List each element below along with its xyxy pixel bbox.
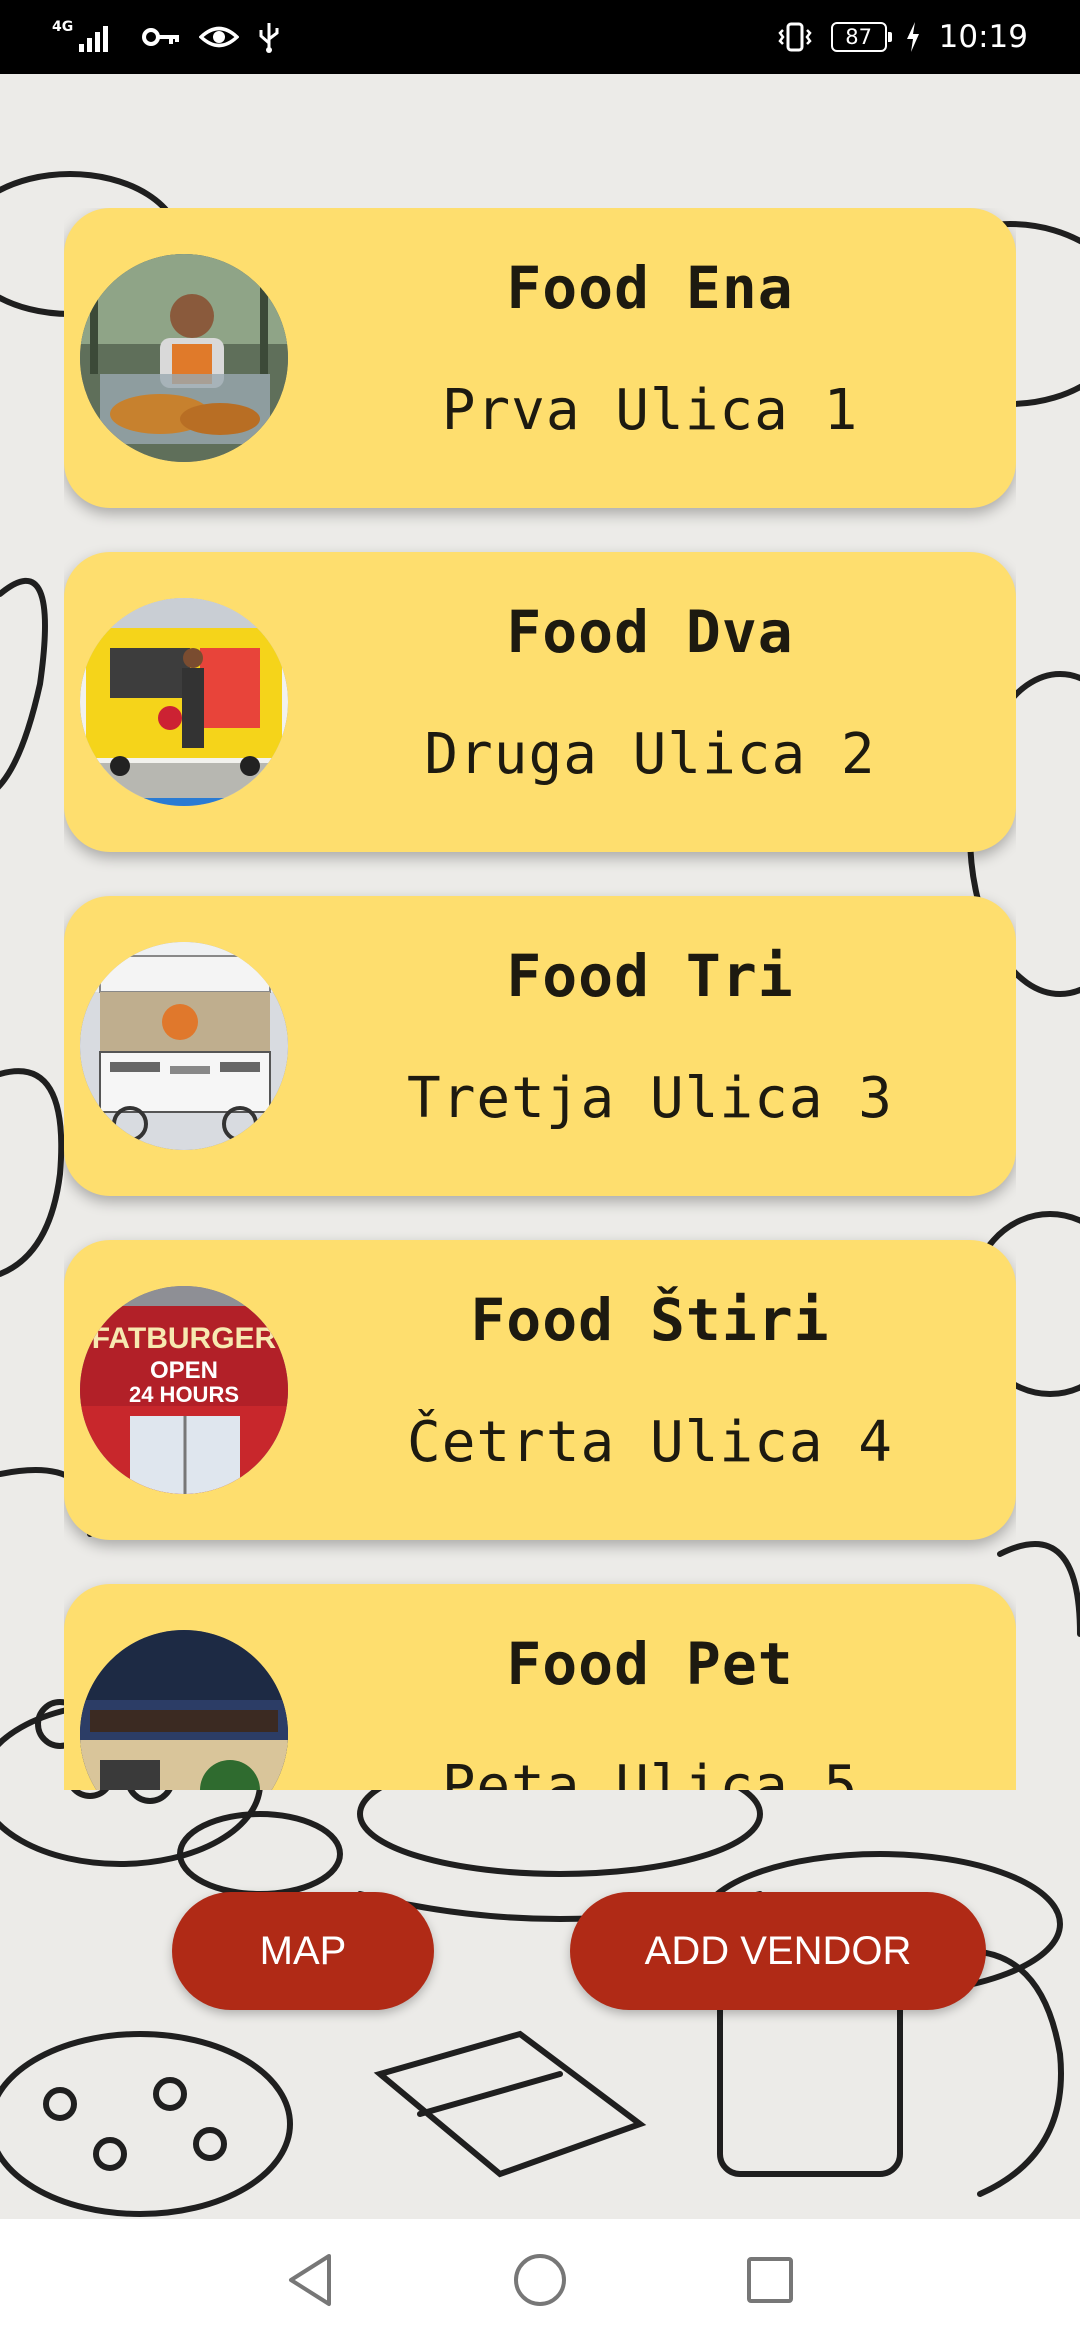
fatburger-sign-line2: OPEN [150,1357,218,1384]
vendor-card[interactable]: Food Pet Peta Ulica 5 [64,1584,1016,1790]
vendor-address: Peta Ulica 5 [441,1754,859,1790]
vendor-photo-bakery-cart [80,942,288,1150]
home-icon[interactable] [510,2250,570,2310]
vendor-name: Food Dva [506,598,794,666]
network-label: 4G [52,19,74,35]
status-right: 87 10:19 [777,19,1028,55]
eye-icon [199,22,240,52]
vendor-photo-frying [80,254,288,462]
usb-icon [257,21,281,53]
charging-icon [905,21,921,53]
vendor-avatar: FATBURGER OPEN 24 HOURS [80,1286,288,1494]
vendor-card[interactable]: Food Dva Druga Ulica 2 [64,552,1016,852]
recents-icon[interactable] [740,2250,800,2310]
vendor-name: Food Štiri [470,1286,830,1354]
vendor-card[interactable]: Food Ena Prva Ulica 1 [64,208,1016,508]
vendor-avatar [80,942,288,1150]
vendor-name: Food Tri [506,942,794,1010]
vendor-card[interactable]: Food Tri Tretja Ulica 3 [64,896,1016,1196]
vendor-list[interactable]: Food Ena Prva Ulica 1 Food Dva Druga Uli… [64,208,1016,1790]
vendor-address: Tretja Ulica 3 [406,1066,893,1131]
vendor-address: Prva Ulica 1 [441,378,859,443]
battery-icon: 87 [830,22,892,52]
fatburger-sign-line3: 24 HOURS [129,1382,239,1407]
vendor-card[interactable]: FATBURGER OPEN 24 HOURS Food Štiri Četrt… [64,1240,1016,1540]
fatburger-sign-line1: FATBURGER [92,1322,277,1355]
status-bar: 4G 87 10:19 [0,0,1080,74]
map-button[interactable]: MAP [172,1892,434,2010]
back-icon[interactable] [280,2250,340,2310]
vendor-name: Food Pet [506,1630,794,1698]
vendor-avatar [80,598,288,806]
vendor-photo-fatburger: FATBURGER OPEN 24 HOURS [80,1286,288,1494]
vibrate-icon [777,21,813,53]
key-icon [141,22,181,52]
vendor-photo-yellow-cart [80,598,288,806]
clock: 10:19 [938,19,1028,55]
vendor-name: Food Ena [506,254,794,322]
vendor-photo-storefront [80,1630,288,1790]
battery-level: 87 [845,25,873,49]
add-vendor-button[interactable]: ADD VENDOR [570,1892,986,2010]
navigation-bar [0,2219,1080,2340]
vendor-address: Četrta Ulica 4 [406,1410,893,1475]
vendor-avatar [80,1630,288,1790]
vendor-address: Druga Ulica 2 [424,722,876,787]
signal-icon: 4G [52,20,123,54]
status-left: 4G [52,20,281,54]
vendor-avatar [80,254,288,462]
